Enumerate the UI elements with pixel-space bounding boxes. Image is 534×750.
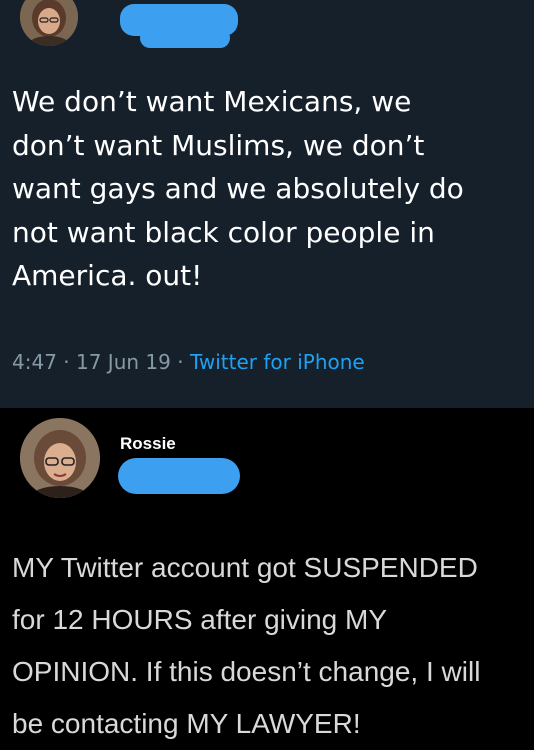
tweet-time: 4:47 <box>12 350 57 374</box>
profile-photo-icon <box>20 418 100 498</box>
tweet-date: 17 Jun 19 <box>76 350 171 374</box>
tweet-text: We don’t want Mexicans, we don’t want Mu… <box>12 85 464 292</box>
post-handle-redaction <box>118 458 240 494</box>
post-author-name[interactable]: Rossie <box>120 434 176 454</box>
meta-separator: · <box>177 350 184 374</box>
meta-separator: · <box>63 350 70 374</box>
tweet-meta: 4:47 · 17 Jun 19 · Twitter for iPhone <box>12 350 365 374</box>
tweet-author-avatar[interactable] <box>20 0 78 46</box>
profile-photo-icon <box>20 0 78 46</box>
post-text: MY Twitter account got SUSPENDED for 12 … <box>12 552 481 739</box>
tweet-source-link[interactable]: Twitter for iPhone <box>190 350 365 374</box>
post-author-avatar[interactable] <box>20 418 100 498</box>
tweet-handle-redaction-edge <box>140 28 230 48</box>
tweet-card: We don’t want Mexicans, we don’t want Mu… <box>0 0 534 408</box>
